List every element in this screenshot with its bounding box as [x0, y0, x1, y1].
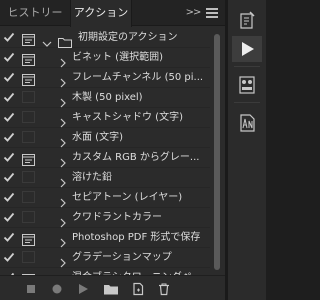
action-row[interactable]: キャストシャドウ (文字) [0, 108, 210, 128]
dialog-toggle-icon[interactable] [22, 131, 35, 143]
action-label: 木製 (50 pixel) [72, 92, 143, 103]
action-set-label: 初期設定のアクション [78, 32, 178, 43]
action-label: カスタム RGB からグレー... [72, 152, 200, 163]
bottom-toolbar [0, 275, 225, 300]
panel-menu-icon[interactable] [206, 8, 218, 18]
actions-play-icon[interactable] [232, 36, 262, 62]
action-row[interactable]: 水面 (文字) [0, 128, 210, 148]
chevron-right-icon[interactable] [59, 73, 67, 88]
new-action-icon[interactable] [131, 281, 145, 296]
action-row[interactable]: クワドラントカラー [0, 208, 210, 228]
check-icon[interactable] [3, 231, 15, 243]
check-icon[interactable] [3, 111, 15, 123]
folder-icon [58, 33, 72, 48]
chevron-right-icon[interactable] [59, 173, 67, 188]
character-panel-icon[interactable] [232, 110, 262, 136]
action-row[interactable]: カスタム RGB からグレー... [0, 148, 210, 168]
check-icon[interactable] [3, 71, 15, 83]
action-row[interactable]: 溶けた鉛 [0, 168, 210, 188]
channel-mixer-icon[interactable] [232, 72, 262, 98]
action-label: キャストシャドウ (文字) [72, 112, 183, 123]
action-row[interactable]: 木製 (50 pixel) [0, 88, 210, 108]
tab-history[interactable]: ヒストリー [0, 0, 70, 26]
check-icon[interactable] [3, 91, 15, 103]
actions-list: 初期設定のアクション ビネット (選択範囲) フレームチャンネル (50 pi..… [0, 28, 210, 288]
dock-separator [234, 102, 260, 103]
check-icon[interactable] [3, 51, 15, 63]
check-icon[interactable] [3, 191, 15, 203]
chevron-right-icon[interactable] [59, 233, 67, 248]
dialog-toggle-icon[interactable] [22, 211, 35, 223]
action-label: グラデーションマップ [72, 252, 172, 263]
chevron-right-icon[interactable] [59, 153, 67, 168]
history-brush-icon[interactable] [232, 8, 262, 34]
chevron-right-icon[interactable] [59, 53, 67, 68]
chevron-right-icon[interactable] [59, 213, 67, 228]
dialog-toggle-icon[interactable] [22, 251, 35, 263]
tab-overflow-button[interactable]: >> [184, 0, 202, 26]
action-label: 水面 (文字) [72, 132, 123, 143]
action-row[interactable]: ビネット (選択範囲) [0, 48, 210, 68]
dialog-toggle-icon[interactable] [22, 171, 35, 183]
dialog-toggle-icon[interactable] [22, 151, 35, 166]
chevron-right-icon[interactable] [59, 113, 67, 128]
tab-actions[interactable]: アクション [70, 0, 132, 27]
action-set-row[interactable]: 初期設定のアクション [0, 28, 210, 48]
chevron-right-icon[interactable] [59, 253, 67, 268]
dialog-toggle-icon[interactable] [22, 231, 35, 246]
check-icon[interactable] [3, 151, 15, 163]
dialog-toggle-icon[interactable] [22, 51, 35, 66]
action-label: Photoshop PDF 形式で保存 [72, 232, 201, 243]
dialog-toggle-icon[interactable] [22, 31, 35, 46]
action-row[interactable]: グラデーションマップ [0, 248, 210, 268]
new-set-folder-icon[interactable] [103, 281, 119, 295]
dock-separator [234, 66, 260, 67]
dialog-toggle-icon[interactable] [22, 111, 35, 123]
chevron-right-icon[interactable] [59, 133, 67, 148]
action-row[interactable]: Photoshop PDF 形式で保存 [0, 228, 210, 248]
chevron-down-icon[interactable] [42, 33, 52, 47]
action-label: 溶けた鉛 [72, 172, 112, 183]
action-label: クワドラントカラー [72, 212, 162, 223]
chevron-right-icon[interactable] [59, 93, 67, 108]
dialog-toggle-icon[interactable] [22, 91, 35, 103]
action-label: セピアトーン (レイヤー) [72, 192, 183, 203]
panel-tab-bar: ヒストリー アクション >> [0, 0, 225, 27]
action-row[interactable]: セピアトーン (レイヤー) [0, 188, 210, 208]
check-icon[interactable] [3, 211, 15, 223]
check-icon[interactable] [3, 131, 15, 143]
stop-icon[interactable] [24, 281, 38, 295]
check-icon[interactable] [3, 31, 15, 43]
play-icon[interactable] [76, 281, 90, 295]
action-label: ビネット (選択範囲) [72, 52, 163, 63]
actions-panel: ヒストリー アクション >> 初期設定のアクション ビネット (選択範囲) フレー… [0, 0, 225, 300]
trash-icon[interactable] [157, 281, 171, 296]
action-label: フレームチャンネル (50 pi... [72, 72, 204, 83]
dialog-toggle-icon[interactable] [22, 191, 35, 203]
check-icon[interactable] [3, 251, 15, 263]
dialog-toggle-icon[interactable] [22, 71, 35, 86]
action-row[interactable]: フレームチャンネル (50 pi... [0, 68, 210, 88]
collapsed-panel-dock [228, 0, 266, 300]
scrollbar-thumb[interactable] [214, 34, 220, 270]
chevron-right-icon[interactable] [59, 193, 67, 208]
check-icon[interactable] [3, 171, 15, 183]
record-icon[interactable] [50, 281, 64, 295]
